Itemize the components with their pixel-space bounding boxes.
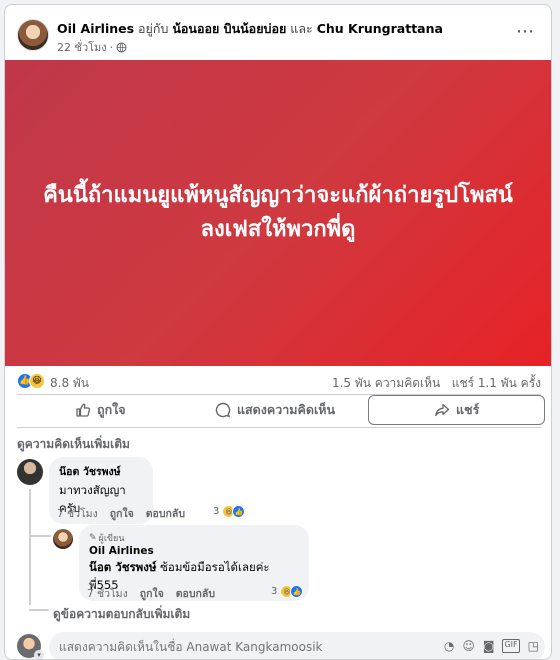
like-label: ถูกใจ bbox=[97, 402, 126, 417]
view-more-comments-link[interactable]: ดูความคิดเห็นเพิ่มเติม bbox=[17, 435, 130, 454]
post-card: Oil Airlines อยู่กับ น้อนออย บินน้อยบ่อย… bbox=[4, 4, 552, 660]
like-reaction-icon: 👍 bbox=[232, 505, 246, 518]
tagged-user-1[interactable]: น้อนออย บินน้อยบ่อย bbox=[172, 21, 286, 36]
haha-reaction-icon: 😆 bbox=[29, 373, 45, 389]
globe-icon bbox=[116, 42, 127, 52]
comment-icon bbox=[215, 402, 231, 418]
post-meta: 22 ชั่วโมง · bbox=[57, 38, 127, 56]
reply-time[interactable]: 7 ชั่วโมง bbox=[87, 585, 128, 602]
reply-reply-link[interactable]: ตอบกลับ bbox=[176, 585, 215, 602]
share-count[interactable]: แชร์ 1.1 พัน ครั้ง bbox=[452, 376, 541, 390]
reaction-icons[interactable]: 👍 😆 bbox=[17, 373, 45, 389]
share-label: แชร์ bbox=[456, 402, 480, 417]
sticker-icon[interactable]: ◳ bbox=[528, 639, 539, 653]
comment-like-link[interactable]: ถูกใจ bbox=[110, 505, 134, 522]
thread-branch bbox=[29, 609, 49, 611]
tagged-user-2[interactable]: Chu Krungrattana bbox=[317, 21, 443, 36]
banner-text: คืนนี้ถ้าแมนยูแพ้หนูสัญญาว่าจะแก้ผ้าถ่าย… bbox=[43, 183, 513, 242]
comment-reactions[interactable]: 3 😆 👍 bbox=[213, 505, 246, 518]
comment-label: แสดงความคิดเห็น bbox=[236, 402, 336, 417]
reply-author-avatar[interactable] bbox=[53, 529, 73, 549]
comment-button[interactable]: แสดงความคิดเห็น bbox=[188, 393, 363, 427]
action-bar: ถูกใจ แสดงความคิดเห็น แชร์ bbox=[13, 393, 546, 427]
author-badge: ✎ ผู้เขียน bbox=[89, 531, 299, 545]
thread-branch bbox=[29, 535, 51, 537]
post-header: Oil Airlines อยู่กับ น้อนออย บินน้อยบ่อย… bbox=[5, 5, 551, 59]
like-reaction-icon: 👍 bbox=[290, 585, 304, 598]
stats-right: 1.5 พัน ความคิดเห็น แชร์ 1.1 พัน ครั้ง bbox=[332, 374, 541, 393]
divider bbox=[17, 427, 541, 428]
like-button[interactable]: ถูกใจ bbox=[13, 393, 188, 427]
pencil-icon: ✎ bbox=[89, 533, 97, 543]
gif-icon[interactable]: GIF bbox=[502, 639, 520, 653]
reply-meta: 7 ชั่วโมง ถูกใจ ตอบกลับ bbox=[87, 585, 215, 602]
comment-time[interactable]: 7 ชั่วโมง bbox=[57, 505, 98, 522]
meta-dot: · bbox=[109, 40, 114, 54]
post-time[interactable]: 22 ชั่วโมง bbox=[57, 38, 107, 56]
composer-icons: ◔ ☺ ◙ GIF ◳ bbox=[444, 639, 539, 653]
comment-react-count: 3 bbox=[213, 506, 220, 517]
page-name-link[interactable]: Oil Airlines bbox=[57, 21, 134, 36]
reply-mention[interactable]: น๊อต วัชรพงษ์ bbox=[89, 560, 156, 574]
commenter-name[interactable]: น๊อต วัชรพงษ์ bbox=[59, 463, 143, 480]
reply-react-count: 3 bbox=[271, 586, 278, 597]
emoji-icon[interactable]: ☺ bbox=[462, 639, 475, 653]
and-label: และ bbox=[290, 21, 313, 36]
share-icon bbox=[435, 403, 450, 417]
reply-author-name[interactable]: Oil Airlines bbox=[89, 545, 299, 557]
comment-composer: ▾ ◔ ☺ ◙ GIF ◳ bbox=[17, 632, 547, 659]
comment-count[interactable]: 1.5 พัน ความคิดเห็น bbox=[332, 376, 440, 390]
comment-reply-link[interactable]: ตอบกลับ bbox=[146, 505, 185, 522]
camera-icon[interactable]: ◙ bbox=[483, 639, 495, 653]
view-more-replies-link[interactable]: ดูข้อความตอบกลับเพิ่มเติม bbox=[53, 605, 190, 624]
reply-like-link[interactable]: ถูกใจ bbox=[140, 585, 164, 602]
commenter-avatar[interactable] bbox=[17, 459, 43, 485]
with-label: อยู่กับ bbox=[138, 21, 169, 36]
more-options-icon[interactable]: ⋯ bbox=[516, 23, 535, 41]
share-button[interactable]: แชร์ bbox=[368, 395, 546, 425]
reaction-count[interactable]: 8.8 พัน bbox=[50, 374, 89, 393]
text-post-banner: คืนนี้ถ้าแมนยูแพ้หนูสัญญาว่าจะแก้ผ้าถ่าย… bbox=[5, 60, 551, 366]
post-stats: 👍 😆 8.8 พัน 1.5 พัน ความคิดเห็น แชร์ 1.1… bbox=[5, 367, 551, 395]
thread-line bbox=[29, 489, 31, 605]
avatar-sticker-icon[interactable]: ◔ bbox=[444, 639, 454, 653]
comment-meta: 7 ชั่วโมง ถูกใจ ตอบกลับ bbox=[57, 505, 185, 522]
post-title: Oil Airlines อยู่กับ น้อนออย บินน้อยบ่อย… bbox=[57, 19, 443, 39]
thumbs-up-icon bbox=[76, 403, 91, 417]
reply-reactions[interactable]: 3 😆 👍 bbox=[271, 585, 304, 598]
page-avatar[interactable] bbox=[17, 19, 49, 51]
author-badge-label: ผู้เขียน bbox=[98, 534, 125, 544]
chevron-down-icon[interactable]: ▾ bbox=[34, 650, 44, 659]
